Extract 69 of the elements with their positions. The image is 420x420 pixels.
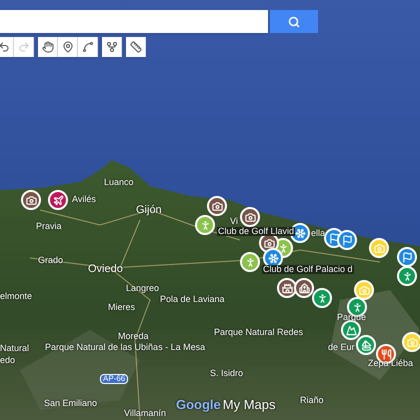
mountain-icon — [346, 324, 356, 336]
map-label: Riaño — [300, 396, 324, 405]
marker-icon — [62, 41, 74, 53]
camera-icon — [358, 284, 370, 296]
line-icon — [82, 41, 94, 53]
castle-icon — [282, 282, 292, 294]
camera-icon — [374, 242, 384, 254]
map-label: de Eur — [328, 343, 355, 352]
map-label: Avilés — [72, 195, 96, 204]
map-label: Luanco — [104, 178, 134, 187]
ruler-icon — [130, 41, 142, 53]
person-icon — [352, 302, 362, 312]
camera-icon — [212, 200, 222, 212]
map-label: Zepa Liéba — [368, 359, 414, 368]
person-icon — [402, 270, 412, 282]
search-icon — [288, 16, 300, 28]
map-label: Pravia — [36, 222, 62, 231]
map-label: ella — [311, 229, 326, 238]
route-icon — [106, 41, 118, 53]
utensils-icon — [380, 348, 392, 360]
map-label: Pola de Laviana — [160, 295, 225, 304]
person-icon — [316, 292, 328, 304]
map-label: Oviedo — [88, 264, 123, 275]
camera-icon — [244, 212, 256, 222]
search-field[interactable] — [0, 10, 268, 33]
sailboat-icon — [360, 340, 372, 350]
flag-icon — [342, 234, 352, 246]
map-label: Grado — [38, 256, 64, 265]
camera-icon — [406, 336, 418, 348]
church-icon — [298, 282, 310, 294]
map-label: Club de Golf Llavid — [217, 227, 296, 236]
marker-tool-button[interactable] — [58, 37, 78, 57]
map-label: Mieres — [108, 303, 136, 312]
line-tool-button[interactable] — [78, 37, 98, 57]
map-label: Gijón — [136, 205, 162, 216]
route-tool-button[interactable] — [102, 37, 122, 57]
map-label: S. Isidro — [210, 369, 244, 378]
map-label: Moreda — [118, 332, 149, 341]
redo-icon — [18, 41, 30, 53]
person-icon — [200, 220, 210, 230]
hand-icon — [42, 41, 54, 53]
undo-button[interactable] — [0, 37, 14, 57]
map-label: elmonte — [0, 292, 32, 301]
undo-icon — [0, 41, 10, 53]
map-label: Parque Natural de las Ubiñas - La Mesa — [45, 343, 206, 352]
ruler-tool-button[interactable] — [126, 37, 146, 57]
map-label: San Emiliano — [44, 399, 98, 408]
snowflake-icon — [268, 252, 278, 264]
road-shield: AP-66 — [100, 374, 128, 384]
map-label: Langreo — [126, 284, 160, 293]
map-label: Villamanín — [124, 409, 166, 418]
map-label: edo — [0, 356, 16, 365]
map-label: Parque — [337, 313, 366, 322]
plane-icon — [52, 194, 64, 206]
person-icon — [278, 242, 288, 254]
search-button[interactable] — [270, 10, 318, 33]
logo-product: My Maps — [222, 398, 276, 411]
hand-tool-button[interactable] — [38, 37, 58, 57]
person-icon — [244, 256, 256, 268]
logo-brand: Google — [176, 398, 221, 411]
camera-icon — [264, 238, 274, 248]
snowflake-icon — [294, 228, 306, 238]
map-label: Parque Natural Redes — [214, 328, 304, 337]
camera-icon — [26, 194, 36, 206]
flag-icon — [402, 252, 412, 262]
map-label: Vi — [230, 217, 238, 226]
map-label: Club de Golf Palacio d — [262, 265, 354, 274]
flag-icon — [328, 232, 340, 244]
map-label: Natural — [0, 344, 30, 353]
